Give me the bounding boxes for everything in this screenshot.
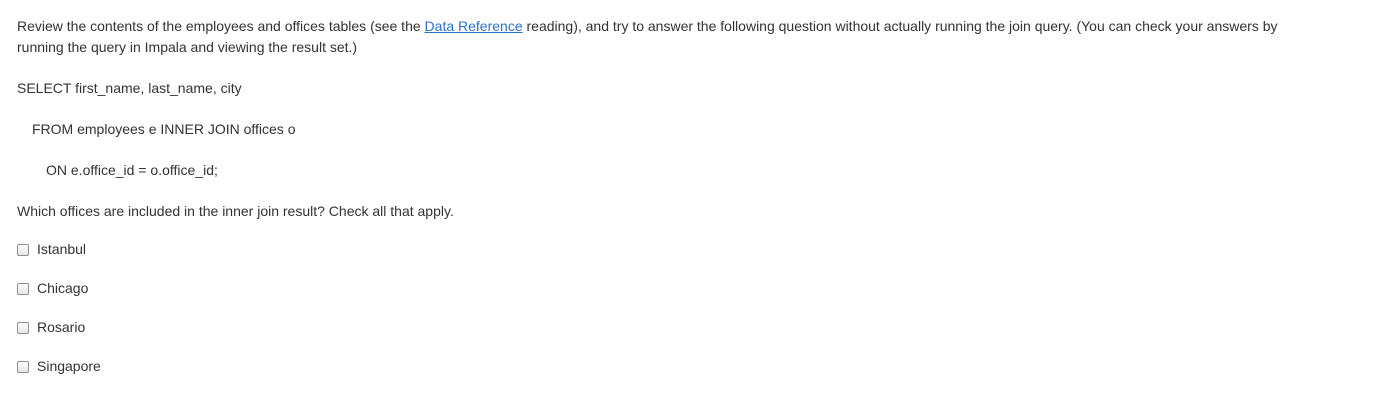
option-rosario[interactable]: Rosario [17,317,1362,338]
option-istanbul[interactable]: Istanbul [17,239,1362,260]
checkbox-rosario[interactable] [17,321,29,334]
sql-select-line: SELECT first_name, last_name, city [17,80,242,96]
option-label-istanbul: Istanbul [37,241,87,257]
option-singapore[interactable]: Singapore [17,356,1362,377]
question-intro: Review the contents of the employees and… [17,16,1362,37]
data-reference-link[interactable]: Data Reference [425,18,523,34]
option-label-rosario: Rosario [37,319,86,335]
intro-text-start: Review the contents of the employees and… [17,18,425,34]
checkbox-singapore[interactable] [17,360,29,373]
question-intro-line2: running the query in Impala and viewing … [17,39,358,55]
quiz-question: Review the contents of the employees and… [17,16,1362,395]
checkbox-istanbul[interactable] [17,243,29,256]
checkbox-chicago[interactable] [17,282,29,295]
sql-on-line: ON e.office_id = o.office_id; [46,162,218,178]
sql-from-line: FROM employees e INNER JOIN offices o [32,121,296,137]
option-label-singapore: Singapore [37,358,101,374]
intro-text-end: reading), and try to answer the followin… [522,18,1278,34]
option-label-chicago: Chicago [37,280,89,296]
question-prompt: Which offices are included in the inner … [17,203,454,219]
option-chicago[interactable]: Chicago [17,278,1362,299]
answer-options: Istanbul Chicago Rosario Singapore [17,239,1362,377]
